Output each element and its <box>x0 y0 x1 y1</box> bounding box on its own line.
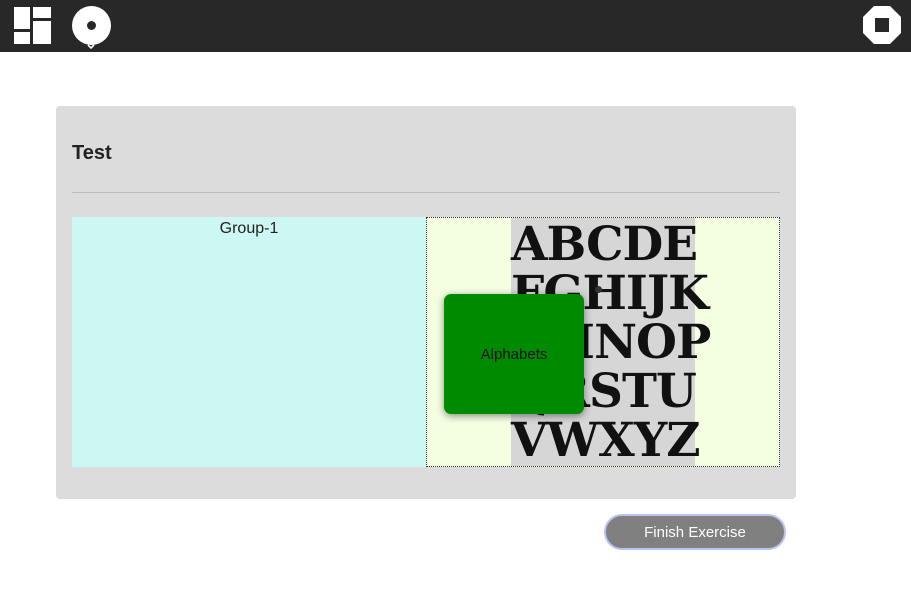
activity-dot <box>87 21 96 30</box>
group-label: Group-1 <box>219 220 279 237</box>
exercise-panel: Test Group-1 ABCDE FGHIJK LMNOP QRSTU VW… <box>56 106 796 499</box>
group-drop-zone[interactable]: Group-1 <box>72 217 426 467</box>
title-divider <box>72 192 780 193</box>
alphabet-line: VWXYZ <box>511 413 701 468</box>
alphabets-draggable-card[interactable]: Alphabets <box>444 294 584 414</box>
card-label: Alphabets <box>480 345 548 363</box>
pin-dot <box>595 286 602 293</box>
chevron-down-icon[interactable] <box>86 43 96 50</box>
top-toolbar <box>0 0 911 52</box>
alphabet-line: ABCDE <box>511 217 698 272</box>
activity-icon[interactable] <box>72 6 111 45</box>
stop-icon[interactable] <box>862 5 902 45</box>
dashboard-icon[interactable] <box>14 7 51 44</box>
exercise-title: Test <box>72 142 112 164</box>
finish-exercise-button[interactable]: Finish Exercise <box>604 514 786 550</box>
